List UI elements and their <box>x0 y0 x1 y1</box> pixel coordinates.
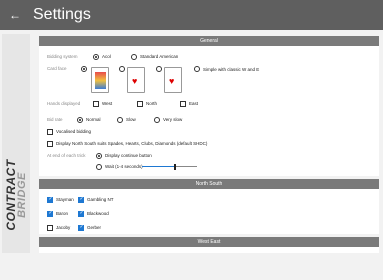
west-east-panel <box>39 247 379 253</box>
bid-rate-normal-label: Normal <box>86 117 101 122</box>
convention-blackwood-checkbox[interactable] <box>78 210 84 217</box>
card-face-1-radio[interactable] <box>81 66 87 72</box>
convention-gambling-nt-label: Gambling NT <box>87 197 114 202</box>
back-arrow-icon[interactable]: ← <box>9 8 23 22</box>
bidding-standard-american-label: Standard American <box>140 54 179 59</box>
bidding-acol-radio[interactable] <box>93 53 99 60</box>
convention-baron-label: Baron <box>56 211 69 216</box>
section-header-north-south: North South <box>39 179 379 189</box>
card-face-label: Card face <box>47 66 67 71</box>
brand-line-2: BRIDGE <box>16 172 28 218</box>
wait-seconds-label: Wait (1-4 seconds) <box>105 164 143 169</box>
card-face-3-preview: ♥ <box>164 67 182 93</box>
convention-baron-checkbox[interactable] <box>47 210 53 217</box>
section-header-general: General <box>39 36 379 46</box>
title-bar: ← Settings <box>0 0 383 30</box>
convention-jacoby-checkbox[interactable] <box>47 224 53 231</box>
bidding-standard-american-radio[interactable] <box>131 53 137 60</box>
wait-seconds-slider[interactable] <box>142 163 197 170</box>
hands-west-label: West <box>102 101 113 106</box>
bid-rate-slow-radio[interactable] <box>117 116 123 123</box>
bid-rate-very-slow-radio[interactable] <box>154 116 160 123</box>
card-face-3-radio[interactable] <box>156 66 162 72</box>
convention-stayman-checkbox[interactable] <box>47 196 53 203</box>
card-face-1-preview <box>91 67 109 93</box>
card-face-2-radio[interactable] <box>119 66 125 72</box>
hands-west-checkbox[interactable] <box>93 100 99 107</box>
continue-button-radio[interactable] <box>96 152 102 159</box>
hands-north-checkbox[interactable] <box>137 100 143 107</box>
vocalised-bidding-checkbox[interactable] <box>47 128 53 135</box>
convention-blackwood-label: Blackwood <box>87 211 109 216</box>
general-panel: Bidding system Acol Standard American Ca… <box>39 46 379 176</box>
bidding-acol-label: Acol <box>102 54 111 59</box>
wait-seconds-radio[interactable] <box>96 163 102 170</box>
brand-logo: CONTRACT BRIDGE <box>4 110 28 280</box>
convention-jacoby-label: Jacoby <box>56 225 71 230</box>
convention-gerber-label: Gerber <box>87 225 102 230</box>
display-suits-label: Display North South suits Spades, Hearts… <box>56 141 208 146</box>
convention-stayman-label: Stayman <box>56 197 74 202</box>
hands-north-label: North <box>146 101 158 106</box>
bid-rate-very-slow-label: Very slow <box>163 117 183 122</box>
continue-button-label: Display continue button <box>105 153 152 158</box>
vocalised-bidding-label: Vocalised bidding <box>56 129 92 134</box>
heart-icon: ♥ <box>132 76 138 86</box>
page-title: Settings <box>33 6 91 23</box>
settings-content[interactable]: General Bidding system Acol Standard Ame… <box>37 34 381 253</box>
hands-displayed-label: Hands displayed <box>47 101 81 106</box>
hands-east-checkbox[interactable] <box>180 100 186 107</box>
heart-icon: ♥ <box>169 76 175 86</box>
section-header-west-east: West East <box>39 237 379 247</box>
display-suits-checkbox[interactable] <box>47 140 53 147</box>
card-face-simple-radio[interactable] <box>194 66 200 72</box>
wait-seconds-slider-fill <box>142 166 175 168</box>
bidding-system-label: Bidding system <box>47 54 78 59</box>
wait-seconds-slider-thumb[interactable] <box>174 163 176 170</box>
bid-rate-slow-label: Slow <box>126 117 136 122</box>
brand-banner: CONTRACT BRIDGE <box>2 34 30 253</box>
bid-rate-label: Bid rate <box>47 117 63 122</box>
bid-rate-normal-radio[interactable] <box>77 116 83 123</box>
card-face-2-preview: ♥ <box>127 67 145 93</box>
convention-gambling-nt-checkbox[interactable] <box>78 196 84 203</box>
north-south-panel: Stayman Gambling NT Baron Blackwood Jaco… <box>39 189 379 234</box>
hands-east-label: East <box>189 101 199 106</box>
convention-gerber-checkbox[interactable] <box>78 224 84 231</box>
card-face-simple-label: Simple with classic W and E <box>203 66 260 72</box>
end-of-trick-label: At end of each trick <box>47 153 86 158</box>
card-face-art-1 <box>95 72 106 89</box>
